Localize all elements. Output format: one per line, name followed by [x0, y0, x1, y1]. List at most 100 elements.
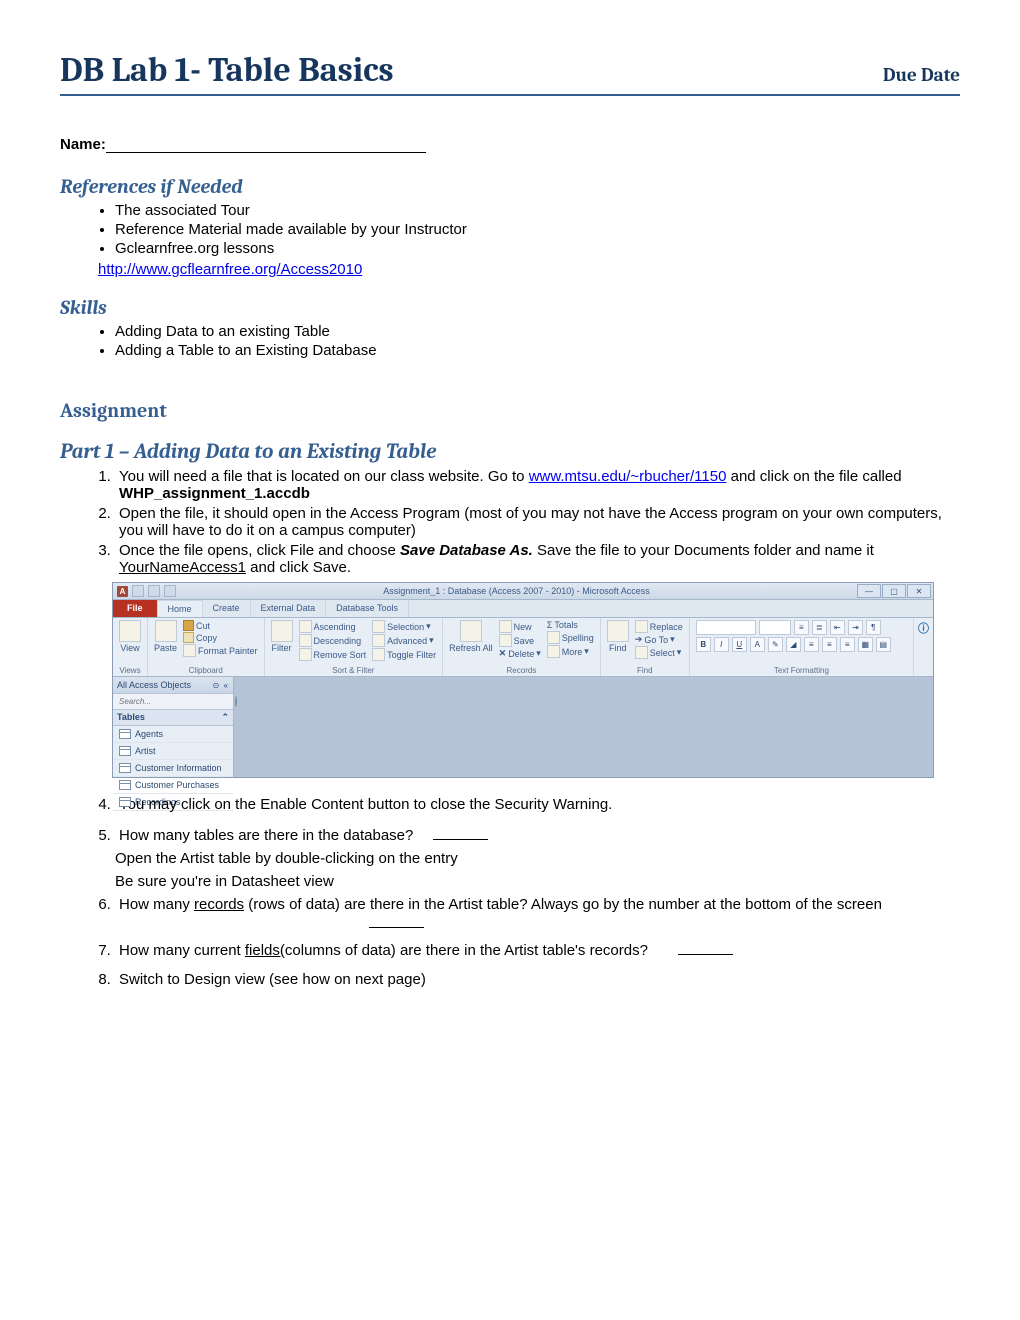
- underline-button[interactable]: U: [732, 637, 747, 652]
- skills-item: Adding a Table to an Existing Database: [115, 342, 960, 359]
- tab-home[interactable]: Home: [158, 600, 203, 617]
- table-icon: [119, 729, 131, 739]
- gridlines-button[interactable]: ▦: [858, 637, 873, 652]
- filter-button[interactable]: Filter: [271, 620, 293, 653]
- step-3: Once the file opens, click File and choo…: [115, 542, 960, 576]
- select-icon: [635, 646, 648, 659]
- step-5: How many tables are there in the databas…: [115, 827, 960, 844]
- nav-item-customer-purchases[interactable]: Customer Purchases: [113, 777, 233, 794]
- collapse-icon: ⌃: [221, 712, 229, 723]
- answer-blank-5[interactable]: [433, 839, 488, 840]
- bullets-button[interactable]: ≡: [794, 620, 809, 635]
- minimize-button[interactable]: —: [857, 584, 881, 598]
- table-icon: [119, 746, 131, 756]
- qat-undo-icon[interactable]: [148, 585, 160, 597]
- sort-desc-icon: [299, 634, 312, 647]
- more-button[interactable]: More ▾: [547, 645, 594, 658]
- view-button[interactable]: View: [119, 620, 141, 653]
- page-title: DB Lab 1- Table Basics: [60, 50, 394, 90]
- totals-button[interactable]: Σ Totals: [547, 620, 594, 630]
- nav-item-customer-info[interactable]: Customer Information: [113, 760, 233, 777]
- replace-icon: [635, 620, 648, 633]
- nav-header[interactable]: All Access Objects ⊙ «: [113, 677, 233, 694]
- step-2: Open the file, it should open in the Acc…: [115, 505, 960, 539]
- due-date: Due Date: [883, 64, 960, 86]
- search-icon: [235, 696, 237, 707]
- goto-button[interactable]: ➔ Go To ▾: [635, 634, 683, 645]
- step-1: You will need a file that is located on …: [115, 468, 960, 502]
- spelling-button[interactable]: Spelling: [547, 631, 594, 644]
- paste-button[interactable]: Paste: [154, 620, 177, 653]
- find-button[interactable]: Find: [607, 620, 629, 653]
- indent-inc-button[interactable]: ⇥: [848, 620, 863, 635]
- qat-save-icon[interactable]: [132, 585, 144, 597]
- highlight-button[interactable]: ✎: [768, 637, 783, 652]
- nav-search[interactable]: [113, 694, 233, 710]
- answer-blank-7[interactable]: [678, 954, 733, 955]
- skills-heading: Skills: [60, 296, 960, 319]
- chevron-icon: ⊙ «: [213, 681, 229, 690]
- tab-external-data[interactable]: External Data: [251, 600, 327, 617]
- group-views: View Views: [113, 618, 148, 676]
- ribbon: View Views Paste Cut Copy Format Painter…: [113, 618, 933, 677]
- page-header: DB Lab 1- Table Basics Due Date: [60, 50, 960, 96]
- tab-file[interactable]: File: [113, 600, 158, 617]
- references-link[interactable]: http://www.gcflearnfree.org/Access2010: [98, 261, 362, 278]
- format-painter-button[interactable]: Format Painter: [183, 644, 258, 657]
- align-right-button[interactable]: ≡: [840, 637, 855, 652]
- remove-sort-button[interactable]: Remove Sort: [299, 648, 367, 661]
- view-icon: [119, 620, 141, 642]
- selection-button[interactable]: Selection ▾: [372, 620, 436, 633]
- refresh-icon: [460, 620, 482, 642]
- search-input[interactable]: [117, 696, 232, 707]
- new-button[interactable]: New: [499, 620, 541, 633]
- tab-create[interactable]: Create: [203, 600, 251, 617]
- file-name: WHP_assignment_1.accdb: [119, 485, 310, 502]
- paste-icon: [155, 620, 177, 642]
- tab-database-tools[interactable]: Database Tools: [326, 600, 409, 617]
- select-button[interactable]: Select ▾: [635, 646, 683, 659]
- name-blank[interactable]: [106, 152, 426, 153]
- save-button[interactable]: Save: [499, 634, 541, 647]
- nav-item-artist[interactable]: Artist: [113, 743, 233, 760]
- answer-blank-6[interactable]: [369, 927, 424, 928]
- italic-button[interactable]: I: [714, 637, 729, 652]
- copy-button[interactable]: Copy: [183, 632, 258, 643]
- cut-button[interactable]: Cut: [183, 620, 258, 631]
- maximize-button[interactable]: ▢: [882, 584, 906, 598]
- font-color-button[interactable]: A: [750, 637, 765, 652]
- class-site-link[interactable]: www.mtsu.edu/~rbucher/1150: [529, 468, 727, 485]
- nav-item-agents[interactable]: Agents: [113, 726, 233, 743]
- align-center-button[interactable]: ≡: [822, 637, 837, 652]
- fill-button[interactable]: ◢: [786, 637, 801, 652]
- delete-button[interactable]: ✕ Delete ▾: [499, 648, 541, 659]
- align-left-button[interactable]: ≡: [804, 637, 819, 652]
- cut-icon: [183, 620, 194, 631]
- toggle-filter-button[interactable]: Toggle Filter: [372, 648, 436, 661]
- alt-row-button[interactable]: ▤: [876, 637, 891, 652]
- para-button[interactable]: ¶: [866, 620, 881, 635]
- nav-group-tables[interactable]: Tables⌃: [113, 710, 233, 726]
- bold-button[interactable]: B: [696, 637, 711, 652]
- window-buttons: — ▢ ✕: [857, 584, 931, 598]
- indent-dec-button[interactable]: ⇤: [830, 620, 845, 635]
- close-button[interactable]: ✕: [907, 584, 931, 598]
- access-body: All Access Objects ⊙ « Tables⌃ Agents Ar…: [113, 677, 933, 777]
- table-icon: [119, 780, 131, 790]
- filter-icon: [271, 620, 293, 642]
- name-field-line: Name:: [60, 136, 960, 153]
- font-size-dropdown[interactable]: [759, 620, 791, 635]
- qat-redo-icon[interactable]: [164, 585, 176, 597]
- help-icon[interactable]: ⓘ: [914, 618, 933, 638]
- group-clipboard: Paste Cut Copy Format Painter Clipboard: [148, 618, 265, 676]
- refresh-button[interactable]: Refresh All: [449, 620, 493, 653]
- font-family-dropdown[interactable]: [696, 620, 756, 635]
- ribbon-tabs: File Home Create External Data Database …: [113, 600, 933, 618]
- ascending-button[interactable]: Ascending: [299, 620, 367, 633]
- advanced-button[interactable]: Advanced ▾: [372, 634, 436, 647]
- new-icon: [499, 620, 512, 633]
- descending-button[interactable]: Descending: [299, 634, 367, 647]
- numbering-button[interactable]: ≣: [812, 620, 827, 635]
- find-icon: [607, 620, 629, 642]
- replace-button[interactable]: Replace: [635, 620, 683, 633]
